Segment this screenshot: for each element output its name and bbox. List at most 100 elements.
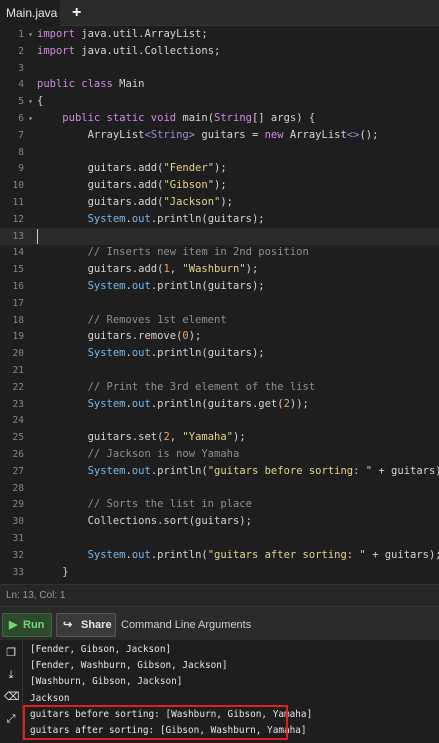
fold-chevron-icon[interactable]: ▾ — [28, 110, 33, 127]
code-line[interactable]: 17 — [0, 295, 439, 312]
code-line[interactable]: 26 // Jackson is now Yamaha — [0, 446, 439, 463]
copy-icon[interactable]: ❐ — [4, 646, 18, 660]
code-line[interactable]: 2 import java.util.Collections; — [0, 43, 439, 60]
code-line[interactable]: 25 guitars.set(2, "Yamaha"); — [0, 429, 439, 446]
command-line-arguments-field[interactable]: Command Line Arguments — [121, 613, 251, 637]
line-number: 15 — [12, 264, 24, 276]
code-line[interactable]: 13 — [0, 227, 439, 245]
line-number: 11 — [12, 197, 24, 208]
line-gutter: 3 — [0, 60, 34, 77]
line-gutter: 8 — [0, 144, 34, 161]
line-gutter: 20 — [0, 345, 34, 362]
line-gutter: 6 ▾ — [0, 110, 34, 127]
code-text: // Sorts the list in place — [37, 498, 252, 511]
code-editor[interactable]: 1 ▾ import java.util.ArrayList; 2 import jav… — [0, 26, 439, 584]
code-line[interactable]: 23 System.out.println(guitars.get(2)); — [0, 396, 439, 413]
run-button-label: Run — [23, 619, 45, 631]
code-text: // Jackson is now Yamaha — [37, 448, 240, 460]
line-gutter: 17 — [0, 295, 34, 312]
line-number: 20 — [12, 348, 24, 360]
code-line[interactable]: 28 — [0, 480, 439, 497]
code-line[interactable]: 22 // Print the 3rd element of the list — [0, 379, 439, 396]
code-line[interactable]: 33 } — [0, 564, 439, 581]
code-line[interactable]: 12 System.out.println(guitars); — [0, 211, 439, 228]
code-line[interactable]: 31 — [0, 530, 439, 547]
line-gutter: 28 — [0, 480, 34, 497]
add-tab-icon[interactable]: + — [72, 2, 81, 24]
line-number: 8 — [18, 146, 24, 158]
fold-chevron-icon[interactable]: ▾ — [28, 26, 33, 43]
code-line[interactable]: 16 System.out.println(guitars); — [0, 278, 439, 295]
line-gutter: 27 — [0, 463, 34, 480]
line-number: 21 — [12, 365, 24, 376]
code-line[interactable]: 7 ArrayList<String> guitars = new ArrayL… — [0, 127, 439, 144]
code-line[interactable]: 11 guitars.add("Jackson"); — [0, 194, 439, 211]
line-gutter: 4 — [0, 76, 34, 93]
code-text: guitars.add("Gibson"); — [37, 179, 227, 192]
code-line[interactable]: 19 guitars.remove(0); — [0, 328, 439, 345]
line-gutter: 22 — [0, 379, 34, 396]
code-line[interactable]: 5 ▾{ — [0, 93, 439, 110]
eraser-icon[interactable]: ⌫ — [4, 690, 20, 704]
code-text: System.out.println(guitars); — [87, 212, 265, 225]
code-line[interactable]: 18 // Removes 1st element — [0, 312, 439, 329]
run-button[interactable]: ▶ Run — [2, 613, 52, 637]
download-icon[interactable]: ⤓ — [4, 668, 18, 682]
line-number: 7 — [18, 129, 24, 141]
code-line[interactable]: 29 // Sorts the list in place — [0, 496, 439, 513]
code-text: System.out.println("guitars after sortin… — [87, 548, 439, 561]
code-line[interactable]: 3 — [0, 60, 439, 77]
code-line[interactable]: 14 // Inserts new item in 2nd position — [0, 244, 439, 261]
code-line[interactable]: 32 System.out.println("guitars after sor… — [0, 547, 439, 564]
line-number: 28 — [12, 482, 24, 494]
share-button-label: Share — [81, 619, 112, 631]
line-number: 30 — [12, 516, 24, 528]
code-line[interactable]: 10 guitars.add("Gibson"); — [0, 177, 439, 194]
line-gutter: 19 — [0, 328, 34, 345]
line-gutter: 1 ▾ — [0, 26, 34, 43]
code-text: // Inserts new item in 2nd position — [37, 246, 309, 259]
line-number: 29 — [12, 499, 24, 511]
line-number: 12 — [12, 213, 24, 225]
line-gutter: 13 — [0, 228, 34, 245]
line-number: 23 — [12, 398, 24, 410]
line-gutter: 10 — [0, 177, 34, 194]
line-number: 24 — [12, 415, 24, 427]
code-text: } — [37, 565, 69, 578]
code-line[interactable]: 21 — [0, 362, 439, 379]
code-text: import java.util.Collections; — [37, 44, 221, 57]
share-button[interactable]: ↪ Share — [56, 613, 116, 637]
code-text: System.out.println(guitars.get(2)); — [87, 397, 309, 410]
code-line[interactable]: 6 ▾ public static void main(String[] args… — [0, 110, 439, 127]
code-line[interactable]: 9 guitars.add("Fender"); — [0, 160, 439, 177]
line-gutter: 31 — [0, 530, 34, 547]
line-number: 19 — [12, 331, 24, 343]
line-number: 25 — [12, 432, 24, 444]
line-number: 5 — [18, 96, 24, 108]
line-gutter: 21 — [0, 362, 34, 379]
line-gutter: 16 — [0, 278, 34, 295]
code-line[interactable]: 27 System.out.println("guitars before so… — [0, 463, 439, 480]
code-text: public class Main — [37, 78, 145, 91]
code-text: guitars.add("Jackson"); — [37, 196, 233, 208]
line-gutter: 30 — [0, 513, 34, 530]
line-number: 14 — [12, 247, 24, 259]
code-line[interactable]: 4 public class Main — [0, 76, 439, 93]
code-line[interactable]: 8 — [0, 144, 439, 161]
line-number: 13 — [12, 230, 24, 242]
line-number: 10 — [12, 180, 24, 192]
code-text: System.out.println(guitars); — [87, 280, 265, 292]
expand-icon[interactable]: ⤢ — [4, 712, 18, 726]
code-line[interactable]: 1 ▾ import java.util.ArrayList; — [0, 26, 439, 43]
line-gutter: 2 — [0, 43, 34, 60]
code-line[interactable]: 30 Collections.sort(guitars); — [0, 513, 439, 530]
code-line[interactable]: 15 guitars.add(1, "Washburn"); — [0, 261, 439, 278]
tab-main-java[interactable]: Main.java — [0, 0, 60, 26]
share-arrow-icon: ↪ — [63, 619, 73, 631]
line-gutter: 25 — [0, 429, 34, 446]
line-gutter: 7 — [0, 127, 34, 144]
line-number: 31 — [12, 533, 24, 544]
fold-chevron-icon[interactable]: ▾ — [28, 93, 33, 110]
code-line[interactable]: 20 System.out.println(guitars); — [0, 345, 439, 362]
code-line[interactable]: 24 — [0, 412, 439, 429]
